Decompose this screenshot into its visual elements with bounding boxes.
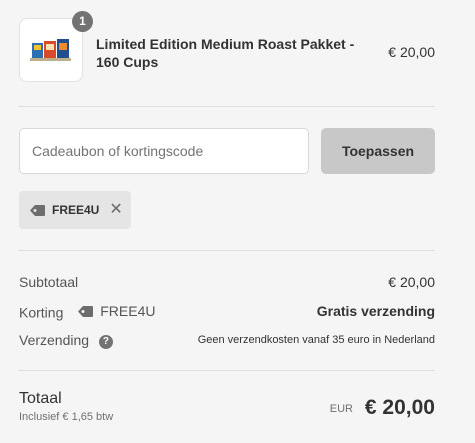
shipping-row: Verzending ? Geen verzendkosten vanaf 35… [19,332,435,349]
help-icon[interactable]: ? [98,335,113,349]
discount-code-input[interactable] [19,128,309,174]
subtotal-row: Subtotaal € 20,00 [19,274,435,290]
currency-code: EUR [329,403,353,415]
order-summary: 1 Limited Edition Medium Roast Pakket - … [19,0,435,423]
coffee-package-icon [30,39,71,61]
total-amount: € 20,00 [364,396,435,419]
subtotal-label: Subtotaal [19,274,79,290]
shipping-label: Verzending [19,332,90,348]
divider [19,370,435,371]
shipping-value: Geen verzendkosten vanaf 35 euro in Nede… [197,334,435,346]
discount-code: FREE4U [100,303,156,319]
product-price: € 20,00 [388,44,435,60]
discount-value: Gratis verzending [316,303,435,319]
discount-label: Korting [19,304,64,321]
tag-icon [29,204,46,217]
divider [19,250,435,251]
close-icon[interactable]: ✕ [109,202,122,218]
subtotal-value: € 20,00 [388,274,435,290]
quantity-badge: 1 [72,11,93,32]
tax-note: Inclusief € 1,65 btw [19,411,114,423]
apply-discount-button[interactable]: Toepassen [321,128,435,174]
tag-icon [78,305,94,317]
product-name: Limited Edition Medium Roast Pakket - 16… [96,36,355,70]
total-label: Totaal [19,390,62,407]
discount-row: Korting FREE4U Gratis verzending [19,303,435,321]
applied-code-text: FREE4U [52,203,100,217]
divider [19,106,435,107]
applied-discount-chip: FREE4U ✕ [19,191,131,229]
product-line: 1 Limited Edition Medium Roast Pakket - … [19,0,435,92]
